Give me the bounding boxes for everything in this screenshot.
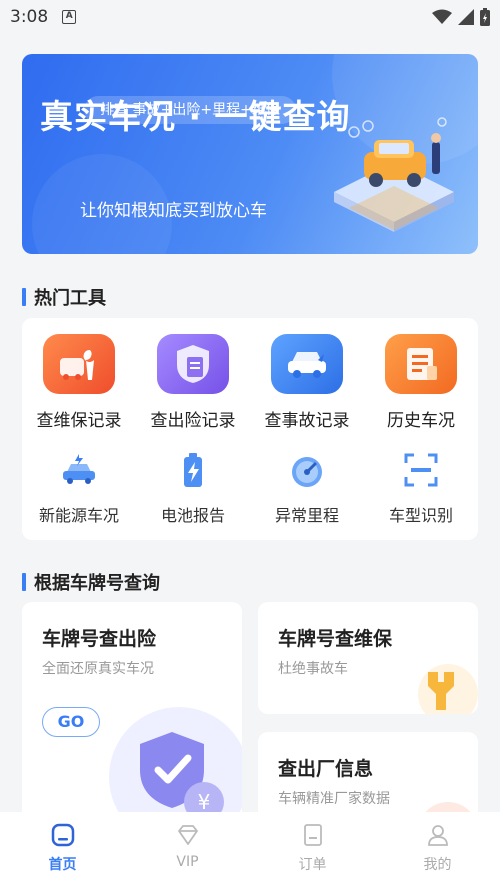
- diamond-icon: [177, 825, 198, 845]
- tool-label: 新能源车况: [38, 506, 119, 525]
- plate-query-title: 根据车牌号查询: [34, 573, 160, 594]
- tool-model-recognition[interactable]: 车型识别: [364, 450, 478, 526]
- battery-icon: [173, 450, 213, 490]
- wrench-icon: [418, 664, 478, 714]
- odometer-icon: [287, 450, 327, 490]
- notification-icon: A: [62, 10, 77, 24]
- bottom-tab-bar: 首页 VIP 订单 我的: [0, 812, 500, 888]
- go-button[interactable]: GO: [42, 707, 100, 737]
- tool-insurance-record[interactable]: 查出险记录: [136, 334, 250, 431]
- tool-label: 车型识别: [388, 506, 453, 525]
- card-subtitle: 全面还原真实车况: [42, 661, 154, 677]
- status-icons: [432, 8, 490, 26]
- status-time: 3:08: [10, 7, 49, 27]
- tool-label: 查出险记录: [150, 411, 236, 431]
- tool-label: 历史车况: [387, 411, 455, 431]
- tool-abnormal-mileage[interactable]: 异常里程: [250, 450, 364, 526]
- banner-pill: 排查 事故+出险+里程+维保: [84, 96, 296, 124]
- tool-label: 查事故记录: [264, 411, 350, 431]
- tab-label: 首页: [48, 857, 77, 873]
- heading-accent-bar: [22, 288, 26, 306]
- tab-vip[interactable]: VIP: [125, 812, 250, 888]
- signal-icon: [458, 9, 474, 25]
- heading-accent-bar: [22, 573, 26, 591]
- tool-label: 查维保记录: [36, 411, 122, 431]
- wifi-icon: [432, 9, 452, 24]
- plate-maintenance-card[interactable]: 车牌号查维保 杜绝事故车: [258, 602, 478, 714]
- plate-query-heading: 根据车牌号查询: [22, 569, 160, 595]
- plate-insurance-card[interactable]: 车牌号查出险 全面还原真实车况 GO ¥: [22, 602, 242, 832]
- tool-maintenance-record[interactable]: 查维保记录: [22, 334, 136, 431]
- history-doc-icon: [385, 334, 457, 394]
- shield-doc-icon: [157, 334, 229, 394]
- promo-banner[interactable]: 真实车况 · 一键查询 排查 事故+出险+里程+维保 让你知根知底买到放心车: [22, 54, 478, 254]
- card-title: 车牌号查维保: [278, 628, 393, 650]
- tool-label: 电池报告: [160, 506, 225, 525]
- card-subtitle: 车辆精准厂家数据: [278, 791, 390, 807]
- hot-tools-title: 热门工具: [34, 288, 106, 309]
- tab-orders[interactable]: 订单: [250, 812, 375, 888]
- user-icon: [427, 825, 448, 846]
- car-crash-icon: [271, 334, 343, 394]
- car-report-illustration: [334, 117, 454, 232]
- battery-status-icon: [480, 8, 490, 26]
- card-title: 车牌号查出险: [42, 628, 157, 650]
- order-icon: [303, 824, 322, 846]
- tool-battery-report[interactable]: 电池报告: [136, 450, 250, 526]
- banner-subtitle: 让你知根知底买到放心车: [80, 201, 267, 221]
- status-bar: 3:08 A: [0, 0, 500, 34]
- tool-accident-record[interactable]: 查事故记录: [250, 334, 364, 431]
- tab-profile[interactable]: 我的: [375, 812, 500, 888]
- svg-text:¥: ¥: [198, 790, 211, 814]
- tool-ev-condition[interactable]: 新能源车况: [22, 450, 136, 526]
- card-title: 查出厂信息: [278, 758, 374, 780]
- tab-label: VIP: [176, 854, 199, 870]
- tab-label: 订单: [298, 857, 327, 873]
- ev-car-icon: [59, 450, 99, 490]
- tool-vehicle-history[interactable]: 历史车况: [364, 334, 478, 431]
- tab-label: 我的: [423, 857, 452, 873]
- home-icon: [51, 823, 74, 847]
- car-wrench-icon: [43, 334, 115, 394]
- tab-home[interactable]: 首页: [0, 812, 125, 888]
- card-subtitle: 杜绝事故车: [278, 661, 348, 677]
- hot-tools-card: 查维保记录 查出险记录 查事故记录 历史车况 新能源车况 电池报告 异常里程 车…: [22, 318, 478, 540]
- scan-icon: [401, 450, 441, 490]
- tool-label: 异常里程: [274, 506, 339, 525]
- hot-tools-heading: 热门工具: [22, 284, 106, 310]
